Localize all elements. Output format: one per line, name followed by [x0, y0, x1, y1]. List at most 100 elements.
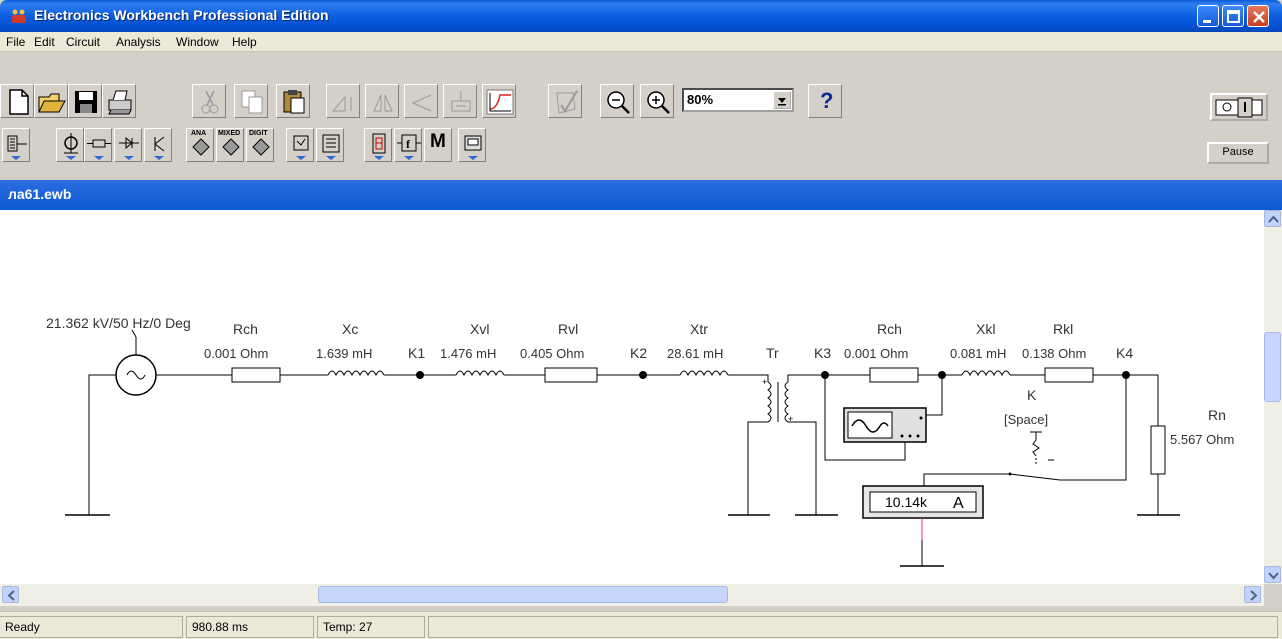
maximize-button[interactable]	[1222, 5, 1244, 27]
menu-file[interactable]: File	[6, 35, 25, 49]
ammeter[interactable]: 10.14k A	[862, 485, 984, 519]
circuit-canvas[interactable]: 21.362 kV/50 Hz/0 Deg Rch 0.001 Ohm Xc 1…	[0, 210, 1264, 584]
k4-label: K4	[1116, 345, 1133, 361]
minimize-icon	[1203, 20, 1211, 23]
subcircuit-button[interactable]	[443, 84, 477, 118]
resistor-rch1[interactable]	[231, 367, 281, 383]
switch-k[interactable]	[1008, 431, 1061, 481]
digital-bin-button[interactable]	[316, 128, 344, 162]
analog-ics-bin-button[interactable]: ANA	[186, 128, 214, 162]
horizontal-scrollbar[interactable]	[0, 584, 1264, 606]
transistor-icon	[154, 136, 165, 160]
cut-scissors-icon	[201, 90, 219, 114]
inductor-xvl[interactable]	[455, 370, 505, 377]
chevron-right-icon	[1250, 590, 1258, 601]
menu-edit[interactable]: Edit	[34, 35, 55, 49]
rch2-name: Rch	[877, 321, 902, 337]
mixed-ics-bin-button[interactable]: MIXED	[216, 128, 244, 162]
close-icon	[1253, 11, 1265, 23]
transformer-tr[interactable]: + +	[762, 377, 793, 424]
status-time: 980.88 ms	[186, 616, 314, 638]
oscilloscope[interactable]	[843, 407, 927, 443]
sources-bin-button[interactable]	[56, 128, 84, 162]
rotate-button[interactable]	[326, 84, 360, 118]
ac-voltage-source[interactable]	[115, 329, 157, 396]
menu-help[interactable]: Help	[232, 35, 257, 49]
scroll-down-button[interactable]	[1264, 566, 1281, 583]
zoom-out-button[interactable]	[600, 84, 634, 118]
k2-label: K2	[630, 345, 647, 361]
menu-circuit[interactable]: Circuit	[66, 35, 100, 49]
instruments-bin-button[interactable]	[458, 128, 486, 162]
horizontal-scroll-thumb[interactable]	[318, 586, 728, 603]
miscellaneous-icon: M	[430, 131, 446, 152]
open-button[interactable]	[34, 84, 68, 118]
favorites-bin-icon	[7, 135, 27, 160]
menu-analysis[interactable]: Analysis	[116, 35, 161, 49]
diodes-bin-button[interactable]	[114, 128, 142, 162]
scroll-right-button[interactable]	[1244, 586, 1261, 603]
power-switch[interactable]	[1210, 93, 1268, 121]
tr-label: Tr	[766, 345, 779, 361]
help-icon: ?	[820, 88, 834, 113]
component-properties-button[interactable]	[548, 84, 582, 118]
diode-icon	[119, 136, 139, 160]
controls-bin-button[interactable]: f	[394, 128, 422, 162]
logic-gates-bin-button[interactable]	[286, 128, 314, 162]
inductor-xkl[interactable]	[961, 370, 1011, 377]
resistor-rvl[interactable]	[544, 367, 598, 383]
copy-button[interactable]	[234, 84, 268, 118]
print-icon	[108, 90, 132, 115]
help-button[interactable]: ?	[808, 84, 842, 118]
source-label: 21.362 kV/50 Hz/0 Deg	[46, 315, 191, 331]
basic-bin-button[interactable]	[84, 128, 112, 162]
close-button[interactable]	[1247, 5, 1269, 27]
paste-button[interactable]	[276, 84, 310, 118]
seven-segment-icon	[372, 133, 386, 160]
zoom-in-button[interactable]	[640, 84, 674, 118]
pause-button[interactable]: Pause	[1207, 142, 1269, 164]
rch1-value: 0.001 Ohm	[204, 346, 268, 361]
graph-button[interactable]	[482, 84, 516, 118]
parts-bin-favorites-button[interactable]	[2, 128, 30, 162]
save-button[interactable]	[68, 84, 102, 118]
zoom-value: 80%	[687, 92, 714, 107]
inductor-xtr[interactable]	[679, 370, 729, 377]
title-bar: Electronics Workbench Professional Editi…	[0, 0, 1282, 32]
copy-icon	[241, 90, 263, 114]
menu-bar: File Edit Circuit Analysis Window Help	[0, 32, 1282, 52]
minimize-button[interactable]	[1197, 5, 1219, 27]
xkl-name: Xkl	[976, 321, 995, 337]
resistor-rkl[interactable]	[1044, 367, 1094, 383]
zoom-select[interactable]: 80%	[682, 88, 794, 112]
digital-ics-bin-button[interactable]: DIGIT	[246, 128, 274, 162]
status-extra	[428, 616, 1278, 638]
miscellaneous-bin-button[interactable]: M	[424, 128, 452, 162]
zoom-in-icon	[647, 91, 670, 114]
scroll-up-button[interactable]	[1264, 210, 1281, 227]
instruments-icon	[464, 135, 482, 160]
vertical-scrollbar[interactable]	[1264, 210, 1282, 584]
transistors-bin-button[interactable]	[144, 128, 172, 162]
controls-function-icon: f	[397, 134, 421, 160]
xc-value: 1.639 mH	[316, 346, 372, 361]
flip-horizontal-button[interactable]	[365, 84, 399, 118]
rkl-value: 0.138 Ohm	[1022, 346, 1086, 361]
zoom-dropdown-arrow[interactable]	[773, 91, 791, 109]
cut-button[interactable]	[192, 84, 226, 118]
indicators-bin-button[interactable]	[364, 128, 392, 162]
inductor-xc[interactable]	[327, 370, 385, 377]
ammeter-unit: A	[953, 495, 964, 512]
resistor-rch2[interactable]	[869, 367, 919, 383]
print-button[interactable]	[102, 84, 136, 118]
vertical-scroll-thumb[interactable]	[1264, 332, 1281, 402]
scroll-left-button[interactable]	[2, 586, 19, 603]
subcircuit-icon	[451, 91, 471, 112]
new-button[interactable]	[0, 84, 34, 118]
flip-vertical-button[interactable]	[404, 84, 438, 118]
rch1-name: Rch	[233, 321, 258, 337]
svg-text:f: f	[406, 137, 411, 151]
resistor-rn[interactable]	[1150, 425, 1166, 475]
menu-window[interactable]: Window	[176, 35, 219, 49]
sources-icon	[64, 133, 78, 160]
